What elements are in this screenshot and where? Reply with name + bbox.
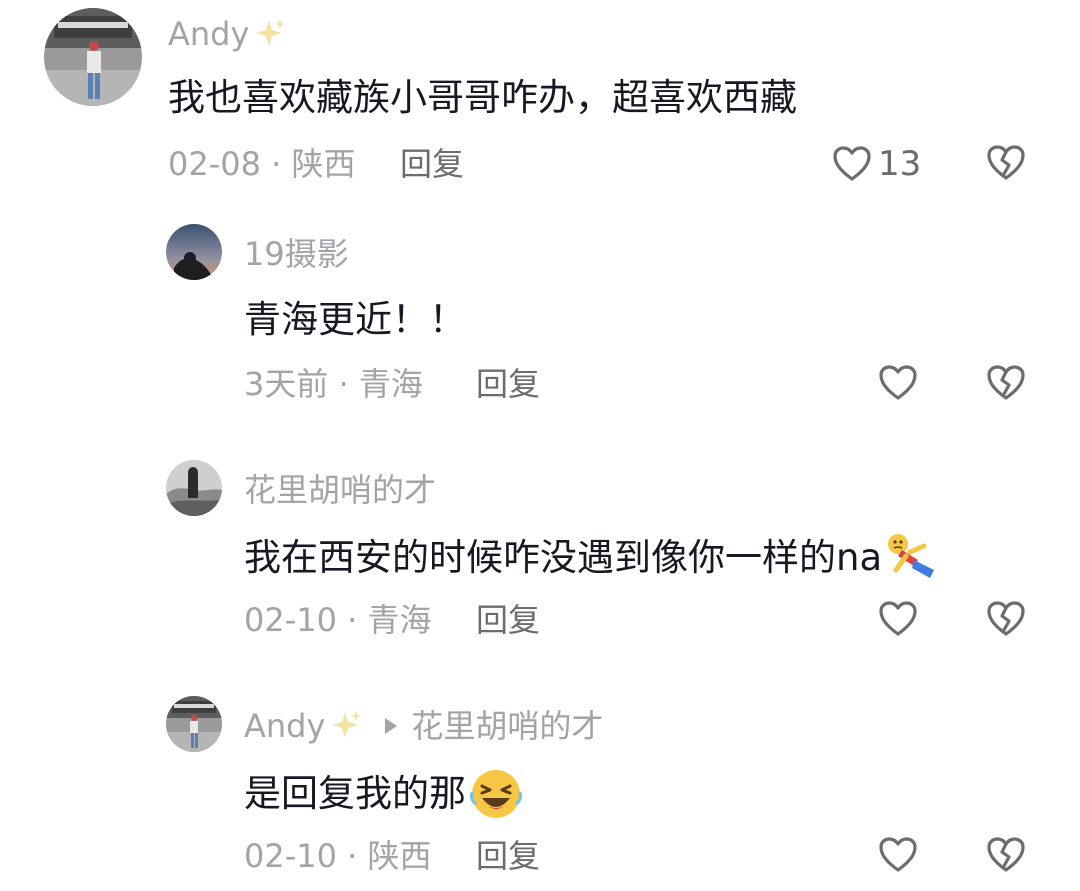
like-button[interactable] — [878, 600, 918, 638]
dislike-button[interactable] — [986, 364, 1026, 402]
broken-heart-icon — [987, 601, 1025, 636]
comment-text: 青海更近！！ — [244, 298, 466, 341]
username-text: Andy — [244, 707, 326, 745]
username-text: 19摄影 — [244, 235, 349, 273]
dislike-button[interactable] — [986, 144, 1026, 182]
comment-item: Andy 我也喜欢藏族小哥哥咋办，超喜欢西藏 02-08 · 陕西 回复 13 — [0, 0, 1080, 200]
heart-outline-icon — [832, 145, 872, 183]
comment-meta: 02-10 · 青海 — [244, 601, 432, 639]
comment-meta: 3天前 · 青海 — [244, 365, 423, 403]
reply-button[interactable]: 回复 — [476, 600, 540, 640]
broken-heart-icon — [987, 365, 1025, 400]
reply-to-username[interactable]: 花里胡哨的才 — [411, 706, 603, 746]
heart-outline-icon — [878, 600, 918, 638]
username[interactable]: 19摄影 — [244, 234, 349, 274]
username[interactable]: Andy 花里胡哨的才 — [244, 706, 603, 746]
username[interactable]: 花里胡哨的才 — [244, 470, 436, 510]
falling-person-emoji — [884, 530, 940, 586]
reply-item: 花里胡哨的才 我在西安的时候咋没遇到像你一样的na 02-10 · 青海 回复 — [0, 456, 1080, 656]
dislike-button[interactable] — [986, 600, 1026, 638]
comment-text: 是回复我的那 — [244, 766, 524, 822]
avatar[interactable] — [166, 696, 222, 752]
broken-heart-icon — [987, 145, 1025, 180]
username-text: Andy — [168, 15, 250, 53]
username-text: 花里胡哨的才 — [244, 471, 437, 509]
reply-item: Andy 花里胡哨的才 是回复我的那 02-10 · 陕西 回复 — [0, 692, 1080, 891]
like-button[interactable]: 13 — [832, 144, 921, 184]
reply-button[interactable]: 回复 — [476, 364, 540, 404]
comment-text: 我也喜欢藏族小哥哥咋办，超喜欢西藏 — [168, 76, 797, 119]
comment-meta: 02-10 · 陕西 — [244, 837, 432, 875]
like-button[interactable] — [878, 364, 918, 402]
triangle-right-icon — [385, 718, 398, 734]
heart-outline-icon — [878, 364, 918, 402]
reply-item: 19摄影 青海更近！！ 3天前 · 青海 回复 — [0, 220, 1080, 420]
username[interactable]: Andy — [168, 14, 287, 54]
broken-heart-icon — [987, 837, 1025, 872]
sparkle-icon — [329, 709, 363, 743]
laughing-wink-emoji — [468, 766, 524, 822]
avatar[interactable] — [166, 460, 222, 516]
comment-meta: 02-08 · 陕西 — [168, 145, 356, 183]
reply-button[interactable]: 回复 — [400, 144, 464, 184]
like-button[interactable] — [878, 836, 918, 874]
sparkle-icon — [253, 17, 287, 51]
like-count: 13 — [878, 144, 922, 184]
comment-text: 我在西安的时候咋没遇到像你一样的na — [244, 530, 940, 586]
dislike-button[interactable] — [986, 836, 1026, 874]
heart-outline-icon — [878, 836, 918, 874]
avatar[interactable] — [44, 8, 142, 106]
avatar[interactable] — [166, 224, 222, 280]
reply-button[interactable]: 回复 — [476, 836, 540, 876]
